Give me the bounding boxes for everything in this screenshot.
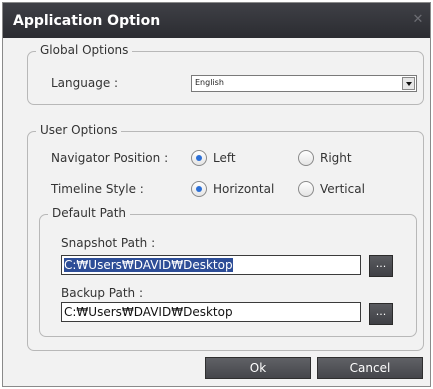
application-option-dialog: Application Option ✕ Global Options Lang… xyxy=(2,2,431,387)
timeline-horizontal-radio[interactable] xyxy=(191,181,207,197)
close-icon[interactable]: ✕ xyxy=(412,13,424,26)
snapshot-path-field[interactable]: C:₩Users₩DAVID₩Desktop xyxy=(61,255,361,275)
user-options-legend: User Options xyxy=(36,123,122,137)
navigator-left-label[interactable]: Left xyxy=(213,151,236,165)
timeline-vertical-radio[interactable] xyxy=(298,181,314,197)
ok-button[interactable]: Ok xyxy=(205,357,311,379)
chevron-down-icon[interactable] xyxy=(402,77,415,90)
language-select-value: English xyxy=(195,78,224,87)
navigator-right-radio[interactable] xyxy=(298,150,314,166)
backup-path-field[interactable]: C:₩Users₩DAVID₩Desktop xyxy=(61,302,361,322)
snapshot-path-label: Snapshot Path : xyxy=(61,236,156,250)
backup-browse-button[interactable]: ... xyxy=(369,303,393,325)
language-select[interactable]: English xyxy=(191,75,417,92)
default-path-legend: Default Path xyxy=(48,206,131,220)
title-bar[interactable]: Application Option ✕ xyxy=(3,3,430,38)
dialog-title: Application Option xyxy=(13,13,161,29)
timeline-horizontal-label[interactable]: Horizontal xyxy=(213,182,274,196)
navigator-left-radio[interactable] xyxy=(191,150,207,166)
timeline-vertical-label[interactable]: Vertical xyxy=(320,182,365,196)
snapshot-path-value: C:₩Users₩DAVID₩Desktop xyxy=(64,258,233,272)
global-options-legend: Global Options xyxy=(36,43,133,57)
timeline-style-label: Timeline Style : xyxy=(51,182,144,196)
cancel-button[interactable]: Cancel xyxy=(317,357,423,379)
snapshot-browse-button[interactable]: ... xyxy=(369,255,393,277)
language-label: Language : xyxy=(51,76,119,90)
backup-path-value: C:₩Users₩DAVID₩Desktop xyxy=(64,305,233,319)
navigator-position-label: Navigator Position : xyxy=(51,151,169,165)
navigator-right-label[interactable]: Right xyxy=(320,151,352,165)
backup-path-label: Backup Path : xyxy=(61,286,144,300)
